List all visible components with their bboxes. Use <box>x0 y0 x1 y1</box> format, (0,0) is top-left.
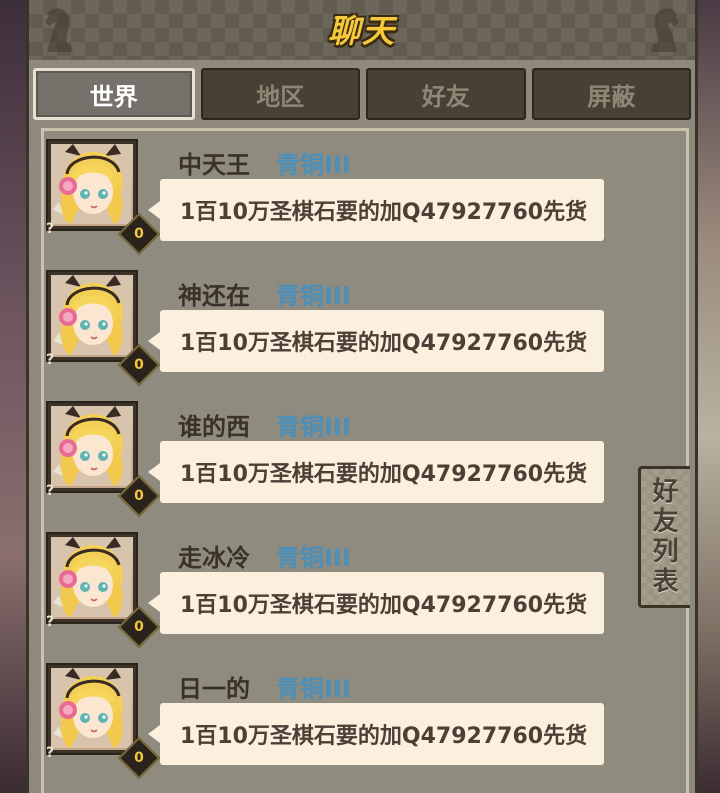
player-rank: 青铜III <box>276 544 351 572</box>
message-bubble: 1百10万圣棋石要的加Q47927760先货 <box>148 441 604 503</box>
avatar <box>51 144 133 226</box>
avatar-frame[interactable] <box>46 139 138 231</box>
chat-tabs: 世界 地区 好友 屏蔽 <box>33 68 691 122</box>
tab-world[interactable]: 世界 <box>33 68 195 120</box>
player-rank: 青铜III <box>276 282 351 310</box>
player-name[interactable]: 走冰冷 <box>178 538 250 573</box>
player-rank: 青铜III <box>276 675 351 703</box>
message-bubble: 1百10万圣棋石要的加Q47927760先货 <box>148 179 604 241</box>
chat-title: 聊天 <box>327 12 396 50</box>
level-number: 0 <box>134 750 144 766</box>
avatar <box>51 668 133 750</box>
message-bubble: 1百10万圣棋石要的加Q47927760先货 <box>148 572 604 634</box>
chat-header: 聊天 <box>29 0 695 60</box>
player-name[interactable]: 中天王 <box>178 145 250 180</box>
message-list[interactable]: ? 0 中天王 青铜III 1百10万圣棋石要的加Q47927760先货 ? 0… <box>41 128 689 793</box>
chat-message-row: ? 0 走冰冷 青铜III 1百10万圣棋石要的加Q47927760先货 <box>44 532 684 652</box>
player-rank: 青铜III <box>276 413 351 441</box>
player-rank: 青铜III <box>276 151 351 179</box>
message-bubble: 1百10万圣棋石要的加Q47927760先货 <box>148 310 604 372</box>
anime-girl-headphones-avatar <box>51 406 131 486</box>
anime-girl-headphones-avatar <box>51 144 131 224</box>
anime-girl-headphones-avatar <box>51 668 131 748</box>
avatar-frame[interactable] <box>46 532 138 624</box>
chat-message-row: ? 0 中天王 青铜III 1百10万圣棋石要的加Q47927760先货 <box>44 139 684 259</box>
avatar-status-mark: ? <box>46 483 55 499</box>
tab-region[interactable]: 地区 <box>200 68 360 120</box>
level-number: 0 <box>134 488 144 504</box>
level-number: 0 <box>134 619 144 635</box>
anime-girl-headphones-avatar <box>51 537 131 617</box>
friends-list-char: 好 <box>652 477 679 507</box>
avatar-frame[interactable] <box>46 401 138 493</box>
avatar-frame[interactable] <box>46 663 138 755</box>
chat-panel: 聊天 世界 地区 好友 屏蔽 ? 0 中天王 青铜III 1百10万圣棋石要的加… <box>26 0 698 793</box>
avatar <box>51 406 133 488</box>
friends-list-button[interactable]: 好 友 列 表 <box>638 466 690 608</box>
level-number: 0 <box>134 357 144 373</box>
tab-friends[interactable]: 好友 <box>366 68 526 120</box>
player-name[interactable]: 谁的西 <box>178 407 250 442</box>
avatar-status-mark: ? <box>46 221 55 237</box>
chat-message-row: ? 0 神还在 青铜III 1百10万圣棋石要的加Q47927760先货 <box>44 270 684 390</box>
avatar-frame[interactable] <box>46 270 138 362</box>
chat-message-row: ? 0 日一的 青铜III 1百10万圣棋石要的加Q47927760先货 <box>44 663 684 783</box>
friends-list-char: 表 <box>652 567 679 597</box>
avatar-status-mark: ? <box>46 614 55 630</box>
friends-list-char: 友 <box>652 507 679 537</box>
message-bubble: 1百10万圣棋石要的加Q47927760先货 <box>148 703 604 765</box>
player-name[interactable]: 日一的 <box>178 669 250 704</box>
avatar-status-mark: ? <box>46 352 55 368</box>
level-number: 0 <box>134 226 144 242</box>
anime-girl-headphones-avatar <box>51 275 131 355</box>
avatar <box>51 275 133 357</box>
tab-blocked[interactable]: 屏蔽 <box>531 68 691 120</box>
avatar <box>51 537 133 619</box>
avatar-status-mark: ? <box>46 745 55 761</box>
chat-message-row: ? 0 谁的西 青铜III 1百10万圣棋石要的加Q47927760先货 <box>44 401 684 521</box>
player-name[interactable]: 神还在 <box>178 276 250 311</box>
friends-list-char: 列 <box>652 537 679 567</box>
chess-knight-icon <box>651 8 679 53</box>
